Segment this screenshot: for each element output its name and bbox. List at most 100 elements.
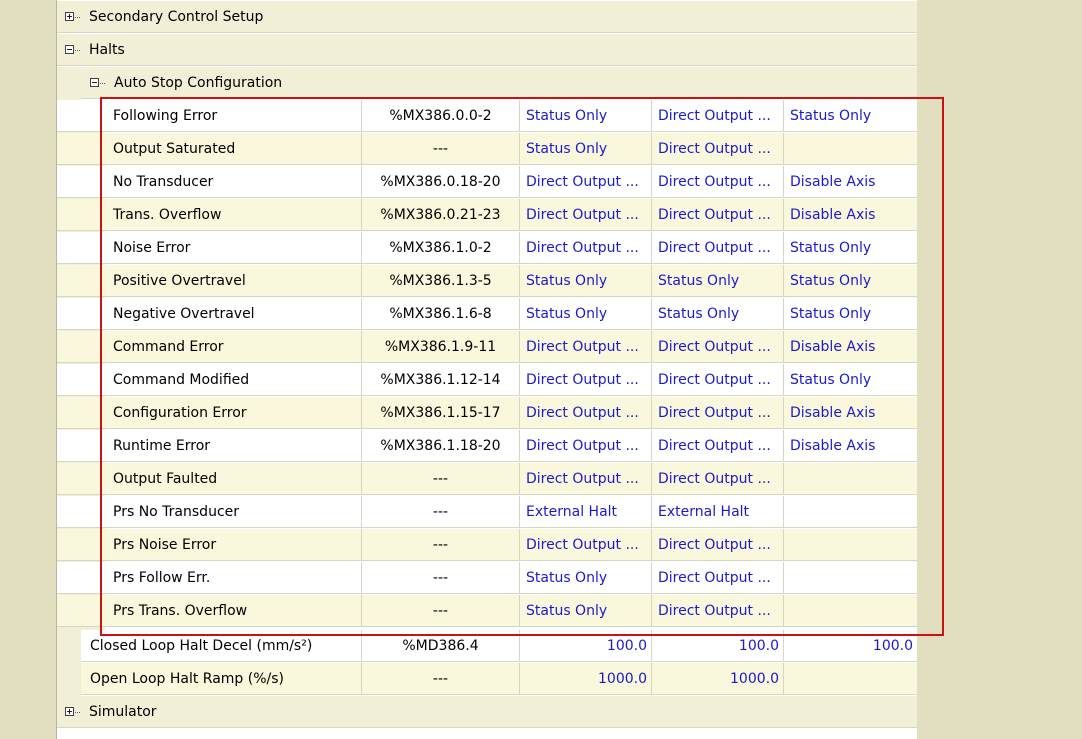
row-name-cell: Output Saturated — [105, 133, 362, 165]
expand-plus-icon[interactable] — [65, 12, 74, 21]
collapse-minus-icon[interactable] — [65, 45, 74, 54]
row-value-1-cell[interactable]: 100.0 — [520, 630, 652, 662]
section-simulator[interactable]: Simulator — [57, 696, 917, 728]
row-address-cell: %MD386.4 — [362, 630, 520, 662]
row-address-cell: %MX386.1.3-5 — [362, 265, 520, 297]
row-value-1-cell[interactable]: Status Only — [520, 562, 652, 594]
row-value-2-cell[interactable]: Direct Output ... — [652, 463, 784, 495]
row-value-2-cell[interactable]: Direct Output ... — [652, 166, 784, 198]
collapse-minus-icon[interactable] — [90, 78, 99, 87]
row-value-2-cell[interactable]: Direct Output ... — [652, 529, 784, 561]
row-value-2-cell[interactable]: Direct Output ... — [652, 232, 784, 264]
row-address-cell: --- — [362, 663, 520, 695]
row-value-1-cell[interactable]: Direct Output ... — [520, 463, 652, 495]
row-name-cell: Prs Noise Error — [105, 529, 362, 561]
row-name-cell: Trans. Overflow — [105, 199, 362, 231]
table-row[interactable]: Negative Overtravel %MX386.1.6-8 Status On… — [57, 298, 917, 330]
row-address-cell: %MX386.1.15-17 — [362, 397, 520, 429]
row-address-cell: --- — [362, 463, 520, 495]
row-value-1-cell[interactable]: Direct Output ... — [520, 199, 652, 231]
row-value-3-cell[interactable]: 100.0 — [784, 630, 917, 662]
table-row[interactable]: Positive Overtravel %MX386.1.3-5 Status On… — [57, 265, 917, 297]
row-address-cell: %MX386.1.12-14 — [362, 364, 520, 396]
row-value-3-cell[interactable] — [784, 663, 917, 695]
row-value-1-cell[interactable]: Direct Output ... — [520, 430, 652, 462]
table-row[interactable]: Noise Error %MX386.1.0-2 Direct Output ...… — [57, 232, 917, 264]
left-margin — [40, 0, 57, 739]
row-value-3-cell[interactable] — [784, 133, 917, 165]
section-halts[interactable]: Halts — [57, 34, 917, 66]
row-value-3-cell[interactable]: Status Only — [784, 265, 917, 297]
row-value-1-cell[interactable]: Direct Output ... — [520, 232, 652, 264]
table-row[interactable]: Output Faulted --- Direct Output ... Direct… — [57, 463, 917, 495]
row-value-3-cell[interactable]: Disable Axis — [784, 430, 917, 462]
row-value-1-cell[interactable]: Direct Output ... — [520, 397, 652, 429]
table-row[interactable]: Prs Noise Error --- Direct Output ... Direc… — [57, 529, 917, 561]
row-name-cell: No Transducer — [105, 166, 362, 198]
row-value-1-cell[interactable]: Status Only — [520, 595, 652, 627]
table-row[interactable]: Open Loop Halt Ramp (%/s) --- 1000.0 1000.0 — [81, 663, 917, 695]
row-value-1-cell[interactable]: Status Only — [520, 298, 652, 330]
row-value-3-cell[interactable] — [784, 595, 917, 627]
row-name-cell: Noise Error — [105, 232, 362, 264]
row-value-3-cell[interactable]: Status Only — [784, 232, 917, 264]
row-value-3-cell[interactable] — [784, 562, 917, 594]
row-value-2-cell[interactable]: Direct Output ... — [652, 100, 784, 132]
table-row[interactable]: Runtime Error %MX386.1.18-20 Direct Output… — [57, 430, 917, 462]
table-row[interactable]: Following Error %MX386.0.0-2 Status Only Di… — [57, 100, 917, 132]
row-value-2-cell[interactable]: Status Only — [652, 298, 784, 330]
table-row[interactable]: Prs Trans. Overflow --- Status Only Direct … — [57, 595, 917, 627]
row-value-2-cell[interactable]: Direct Output ... — [652, 133, 784, 165]
row-value-2-cell[interactable]: Direct Output ... — [652, 397, 784, 429]
table-row[interactable]: Output Saturated --- Status Only Direct Out… — [57, 133, 917, 165]
row-value-2-cell[interactable]: Direct Output ... — [652, 331, 784, 363]
row-value-1-cell[interactable]: Status Only — [520, 133, 652, 165]
row-name-cell: Positive Overtravel — [105, 265, 362, 297]
row-value-3-cell[interactable] — [784, 463, 917, 495]
row-value-2-cell[interactable]: External Halt — [652, 496, 784, 528]
row-name-cell: Closed Loop Halt Decel (mm/s²) — [81, 630, 362, 662]
row-value-3-cell[interactable]: Disable Axis — [784, 331, 917, 363]
row-name-cell: Runtime Error — [105, 430, 362, 462]
expand-plus-icon[interactable] — [65, 707, 74, 716]
table-row[interactable]: Configuration Error %MX386.1.15-17 Direct … — [57, 397, 917, 429]
row-value-1-cell[interactable]: Direct Output ... — [520, 529, 652, 561]
row-value-1-cell[interactable]: 1000.0 — [520, 663, 652, 695]
row-address-cell: --- — [362, 562, 520, 594]
row-value-3-cell[interactable]: Status Only — [784, 100, 917, 132]
row-value-3-cell[interactable] — [784, 496, 917, 528]
row-address-cell: %MX386.0.0-2 — [362, 100, 520, 132]
row-value-2-cell[interactable]: Direct Output ... — [652, 595, 784, 627]
row-value-1-cell[interactable]: Direct Output ... — [520, 166, 652, 198]
row-value-2-cell[interactable]: Direct Output ... — [652, 364, 784, 396]
row-value-3-cell[interactable] — [784, 529, 917, 561]
row-value-1-cell[interactable]: Status Only — [520, 265, 652, 297]
table-row[interactable]: Command Error %MX386.1.9-11 Direct Output … — [57, 331, 917, 363]
table-row[interactable]: Command Modified %MX386.1.12-14 Direct Out… — [57, 364, 917, 396]
row-value-3-cell[interactable]: Disable Axis — [784, 166, 917, 198]
row-name-cell: Prs Follow Err. — [105, 562, 362, 594]
row-value-1-cell[interactable]: Direct Output ... — [520, 331, 652, 363]
row-value-1-cell[interactable]: Direct Output ... — [520, 364, 652, 396]
row-value-3-cell[interactable]: Status Only — [784, 298, 917, 330]
row-name-cell: Negative Overtravel — [105, 298, 362, 330]
row-value-1-cell[interactable]: Status Only — [520, 100, 652, 132]
table-row[interactable]: No Transducer %MX386.0.18-20 Direct Output… — [57, 166, 917, 198]
section-auto-stop-configuration[interactable]: Auto Stop Configuration — [81, 67, 917, 99]
table-row[interactable]: Prs Follow Err. --- Status Only Direct Outp… — [57, 562, 917, 594]
row-value-2-cell[interactable]: 100.0 — [652, 630, 784, 662]
row-name-cell: Open Loop Halt Ramp (%/s) — [81, 663, 362, 695]
row-value-2-cell[interactable]: Direct Output ... — [652, 562, 784, 594]
row-value-2-cell[interactable]: Status Only — [652, 265, 784, 297]
row-value-3-cell[interactable]: Disable Axis — [784, 199, 917, 231]
table-row[interactable]: Prs No Transducer --- External Halt Externa… — [57, 496, 917, 528]
row-value-3-cell[interactable]: Status Only — [784, 364, 917, 396]
table-row[interactable]: Closed Loop Halt Decel (mm/s²) %MD386.4 10… — [81, 630, 917, 662]
row-value-2-cell[interactable]: 1000.0 — [652, 663, 784, 695]
section-secondary-control-setup[interactable]: Secondary Control Setup — [57, 1, 917, 33]
row-value-2-cell[interactable]: Direct Output ... — [652, 199, 784, 231]
row-value-2-cell[interactable]: Direct Output ... — [652, 430, 784, 462]
row-value-1-cell[interactable]: External Halt — [520, 496, 652, 528]
row-value-3-cell[interactable]: Disable Axis — [784, 397, 917, 429]
table-row[interactable]: Trans. Overflow %MX386.0.21-23 Direct Outp… — [57, 199, 917, 231]
